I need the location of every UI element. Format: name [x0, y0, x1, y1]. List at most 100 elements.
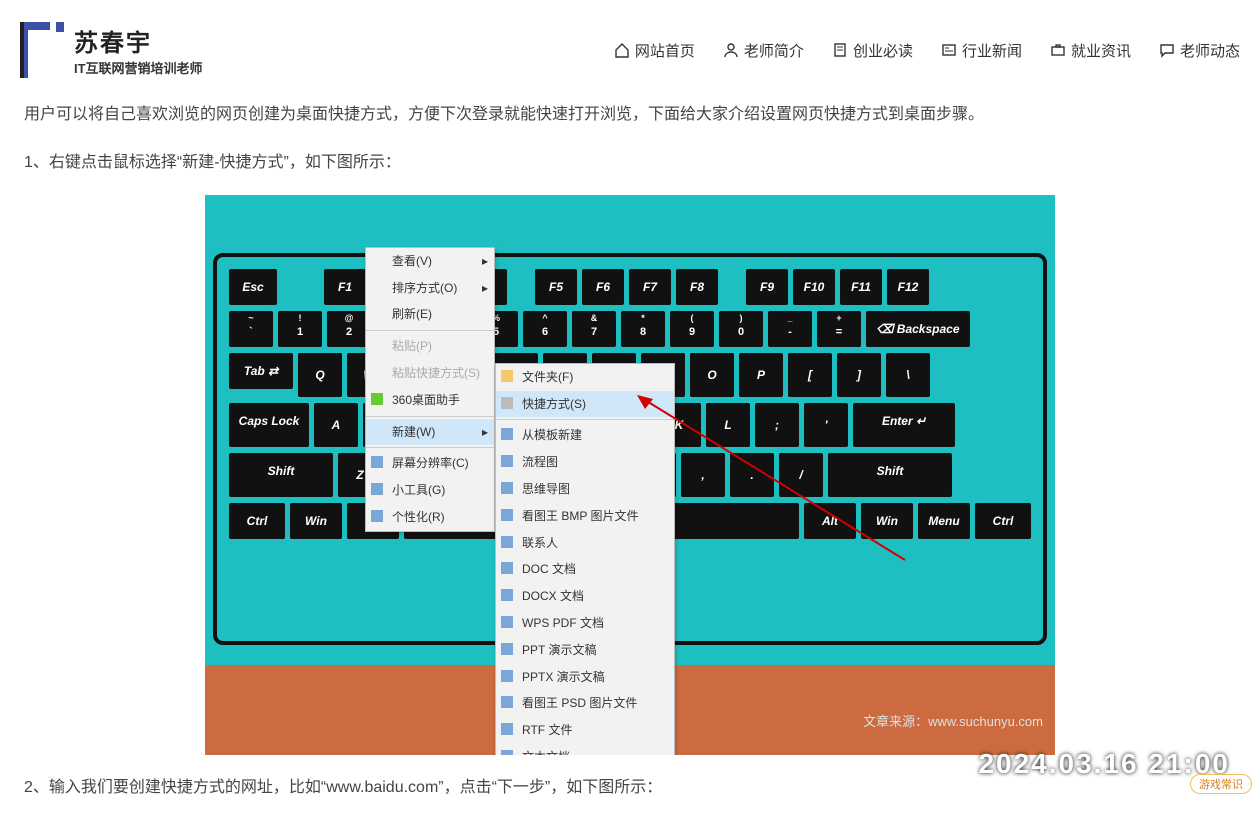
menu-item[interactable]: 360桌面助手	[366, 387, 494, 414]
menu-item-label: 屏幕分辨率(C)	[392, 456, 469, 470]
key-: \	[886, 353, 930, 397]
nav-label: 创业必读	[853, 40, 913, 61]
tpl-icon	[501, 425, 513, 437]
menu-item[interactable]: 刷新(E)	[366, 301, 494, 328]
key-f9: F9	[746, 269, 788, 305]
submenu-arrow-icon: ▸	[482, 250, 488, 273]
logo-block[interactable]: 苏春宇 IT互联网营销培训老师	[20, 22, 203, 78]
site-header: 苏春宇 IT互联网营销培训老师 网站首页 老师简介 创业必读 行业新闻 就业资讯 老师动态	[0, 0, 1260, 100]
mind-icon	[501, 479, 513, 491]
key-ctrl: Ctrl	[975, 503, 1031, 539]
txt-icon	[501, 747, 513, 755]
intro-text: 用户可以将自己喜欢浏览的网页创建为桌面快捷方式，方便下次登录就能快速打开浏览，下…	[24, 100, 1236, 130]
news-icon	[941, 42, 957, 58]
key-esc: Esc	[229, 269, 277, 305]
key-: ~`	[229, 311, 273, 347]
menu-item-label: 看图王 PSD 图片文件	[522, 696, 637, 710]
menu-item[interactable]: 屏幕分辨率(C)	[366, 450, 494, 477]
key-: .	[730, 453, 774, 497]
key-f11: F11	[840, 269, 882, 305]
menu-item[interactable]: DOC 文档	[496, 556, 674, 583]
key-q: Q	[298, 353, 342, 397]
folder-icon	[501, 367, 513, 379]
menu-item-label: DOC 文档	[522, 562, 576, 576]
menu-item[interactable]: 看图王 BMP 图片文件	[496, 503, 674, 530]
site-logo-icon	[20, 22, 64, 78]
key-ctrl: Ctrl	[229, 503, 285, 539]
key-: (9	[670, 311, 714, 347]
menu-item[interactable]: 文件夹(F)	[496, 364, 674, 391]
key-f7: F7	[629, 269, 671, 305]
submenu-arrow-icon: ▸	[482, 421, 488, 444]
menu-item[interactable]: 从模板新建	[496, 422, 674, 449]
menu-item[interactable]: 个性化(R)	[366, 504, 494, 531]
key-f8: F8	[676, 269, 718, 305]
key-f10: F10	[793, 269, 835, 305]
nav-item-home[interactable]: 网站首页	[614, 40, 695, 61]
key-backspace: ⌫ Backspace	[866, 311, 970, 347]
menu-item[interactable]: WPS PDF 文档	[496, 610, 674, 637]
pptx-icon	[501, 667, 513, 679]
site-subtitle: IT互联网营销培训老师	[74, 58, 203, 77]
article-body: 用户可以将自己喜欢浏览的网页创建为桌面快捷方式，方便下次登录就能快速打开浏览，下…	[0, 100, 1260, 813]
home-icon	[614, 42, 630, 58]
menu-item[interactable]: 看图王 PSD 图片文件	[496, 690, 674, 717]
key-: ^6	[523, 311, 567, 347]
key-: ]	[837, 353, 881, 397]
menu-item[interactable]: 小工具(G)	[366, 477, 494, 504]
menu-item[interactable]: PPT 演示文稿	[496, 637, 674, 664]
contact-icon	[501, 533, 513, 545]
monitor-icon	[371, 453, 383, 465]
key-o: O	[690, 353, 734, 397]
menu-item[interactable]: 排序方式(O)▸	[366, 275, 494, 302]
key-f12: F12	[887, 269, 929, 305]
key-tab: Tab ⇄	[229, 353, 293, 389]
menu-item-label: 联系人	[522, 536, 558, 550]
key-: /	[779, 453, 823, 497]
nav-item-news[interactable]: 行业新闻	[941, 40, 1022, 61]
menu-item[interactable]: 流程图	[496, 449, 674, 476]
nav-item-briefcase[interactable]: 就业资讯	[1050, 40, 1131, 61]
menu-item-label: PPTX 演示文稿	[522, 670, 605, 684]
bmp-icon	[501, 506, 513, 518]
key-f6: F6	[582, 269, 624, 305]
nav-label: 老师动态	[1180, 40, 1240, 61]
nav-label: 老师简介	[744, 40, 804, 61]
key-: [	[788, 353, 832, 397]
menu-item-label: 刷新(E)	[392, 307, 432, 321]
menu-item[interactable]: DOCX 文档	[496, 583, 674, 610]
menu-item[interactable]: 文本文档	[496, 744, 674, 755]
key-l: L	[706, 403, 750, 447]
menu-item[interactable]: 查看(V)▸	[366, 248, 494, 275]
site-title: 苏春宇	[74, 23, 203, 58]
key-f1: F1	[324, 269, 366, 305]
menu-item[interactable]: 快捷方式(S)	[496, 391, 674, 418]
ppt-icon	[501, 640, 513, 652]
nav-item-chat[interactable]: 老师动态	[1159, 40, 1240, 61]
nav-label: 就业资讯	[1071, 40, 1131, 61]
nav-item-doc[interactable]: 创业必读	[832, 40, 913, 61]
nav-item-person[interactable]: 老师简介	[723, 40, 804, 61]
menu-item-label: 小工具(G)	[392, 483, 445, 497]
docx-icon	[501, 586, 513, 598]
menu-item-label: RTF 文件	[522, 723, 572, 737]
menu-item[interactable]: 新建(W)▸	[366, 419, 494, 446]
key-: &7	[572, 311, 616, 347]
key-win: Win	[861, 503, 913, 539]
briefcase-icon	[1050, 42, 1066, 58]
menu-item[interactable]: RTF 文件	[496, 717, 674, 744]
key-: !1	[278, 311, 322, 347]
menu-item[interactable]: 联系人	[496, 530, 674, 557]
menu-item-label: 思维导图	[522, 482, 570, 496]
key-: ;	[755, 403, 799, 447]
context-menu-main: 查看(V)▸排序方式(O)▸刷新(E)粘贴(P)粘贴快捷方式(S)360桌面助手…	[365, 247, 495, 532]
context-menu-new-submenu: 文件夹(F)快捷方式(S) 从模板新建流程图思维导图看图王 BMP 图片文件联系人…	[495, 363, 675, 755]
menu-item-label: PPT 演示文稿	[522, 643, 596, 657]
menu-item[interactable]: PPTX 演示文稿	[496, 664, 674, 691]
menu-item-label: 排序方式(O)	[392, 281, 457, 295]
key-: +=	[817, 311, 861, 347]
menu-item[interactable]: 思维导图	[496, 476, 674, 503]
menu-item-label: 从模板新建	[522, 428, 582, 442]
key-p: P	[739, 353, 783, 397]
menu-item-label: 流程图	[522, 455, 558, 469]
